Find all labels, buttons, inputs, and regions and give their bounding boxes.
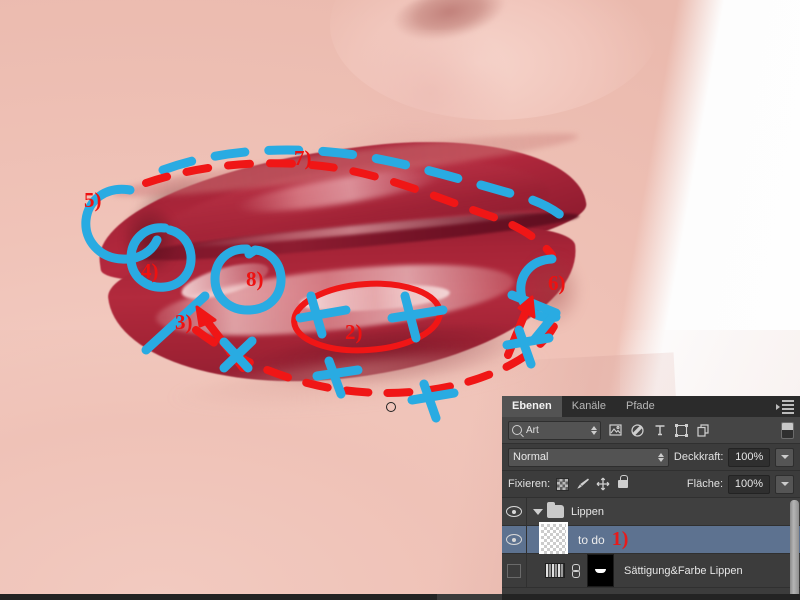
- marker-label-8: 8): [246, 267, 264, 291]
- shape-filter-icon[interactable]: [674, 423, 689, 438]
- paint-lock-icon[interactable]: [575, 477, 590, 492]
- hamburger-icon: [782, 400, 794, 414]
- adjustment-visibility-toggle[interactable]: [502, 554, 527, 587]
- image-filter-icon[interactable]: [608, 423, 623, 438]
- fill-value[interactable]: 100%: [728, 474, 770, 494]
- transparency-lock-icon[interactable]: [555, 477, 570, 492]
- opacity-value[interactable]: 100%: [728, 447, 771, 467]
- layer-visibility-toggle[interactable]: [502, 526, 527, 553]
- marker-label-2: 2): [345, 320, 363, 344]
- marker-label-5: 5): [84, 188, 102, 212]
- marker-label-1: 1): [611, 528, 629, 550]
- type-filter-icon[interactable]: [652, 423, 667, 438]
- filter-enable-toggle[interactable]: [781, 421, 794, 439]
- bottom-bar-segment: [437, 594, 502, 600]
- blend-mode-row: Normal Deckkraft: 100%: [502, 444, 800, 471]
- filter-kind-select[interactable]: Art: [508, 420, 601, 440]
- fill-label: Fläche:: [686, 478, 723, 490]
- layer-mask-thumbnail[interactable]: [587, 554, 614, 587]
- filter-kind-value: Art: [526, 424, 539, 436]
- panel-menu-icon[interactable]: [776, 400, 794, 414]
- hue-saturation-icon[interactable]: [545, 563, 565, 578]
- brush-cursor: [386, 402, 396, 412]
- eye-icon: [506, 506, 522, 517]
- red-dashed-upper-lip-line: [142, 159, 556, 259]
- folder-icon: [547, 502, 564, 518]
- layer-list: Lippen to do 1) Sättigung&Farbe Lippen: [502, 498, 800, 600]
- layer-thumbnail[interactable]: [539, 522, 568, 557]
- eye-icon: [506, 534, 522, 545]
- chevron-down-icon[interactable]: [533, 508, 543, 515]
- link-icon[interactable]: [571, 563, 580, 578]
- blue-cross-marks: [219, 291, 554, 423]
- layer-row-saettigung-farbe-lippen[interactable]: Sättigung&Farbe Lippen: [502, 554, 800, 588]
- adjustment-filter-icon[interactable]: [630, 423, 645, 438]
- eye-off-icon: [507, 563, 521, 578]
- tab-kanaele[interactable]: Kanäle: [562, 396, 616, 417]
- group-visibility-toggle[interactable]: [502, 498, 527, 525]
- smartobject-filter-icon[interactable]: [696, 423, 711, 438]
- tab-pfade[interactable]: Pfade: [616, 396, 665, 417]
- marker-label-7: 7): [294, 146, 312, 170]
- all-lock-icon[interactable]: [615, 475, 630, 492]
- marker-label-4: 4): [141, 259, 159, 283]
- opacity-dropdown-button[interactable]: [775, 447, 794, 467]
- chevron-down-icon: [776, 404, 780, 410]
- scrollbar-thumb[interactable]: [790, 500, 799, 600]
- layer-list-scrollbar[interactable]: [790, 498, 799, 600]
- fill-dropdown-button[interactable]: [775, 474, 794, 494]
- opacity-label: Deckkraft:: [673, 451, 724, 463]
- panel-tab-bar: Ebenen Kanäle Pfade: [502, 396, 800, 417]
- lock-label: Fixieren:: [508, 478, 551, 490]
- screenshot-canvas: 5) 4) 3) 8) 7) 2) 6) Ebenen Kanäle Pfade…: [0, 0, 800, 600]
- layer-name-saettigung: Sättigung&Farbe Lippen: [624, 564, 743, 577]
- layer-name-lippen: Lippen: [571, 505, 605, 518]
- layer-filter-row: Art: [502, 417, 800, 444]
- chevron-updown-icon: [591, 425, 597, 435]
- lock-row: Fixieren: Fläche: 100%: [502, 471, 800, 498]
- marker-label-3: 3): [175, 310, 193, 334]
- layer-row-to-do[interactable]: to do 1): [502, 522, 800, 557]
- chevron-updown-icon: [657, 452, 664, 462]
- move-lock-icon[interactable]: [595, 477, 610, 492]
- marker-label-6: 6): [548, 271, 566, 295]
- red-dashed-lower-lip-line: [192, 318, 560, 397]
- layer-name-to-do: to do: [578, 532, 605, 547]
- tab-ebenen[interactable]: Ebenen: [502, 396, 562, 417]
- bottom-bar: [0, 594, 800, 600]
- blend-mode-value: Normal: [513, 451, 549, 463]
- layers-panel[interactable]: Ebenen Kanäle Pfade Art Normal Deckkraft…: [502, 396, 800, 600]
- blend-mode-select[interactable]: Normal: [508, 447, 669, 467]
- blue-dashed-upper-contour: [158, 145, 577, 231]
- search-icon: [512, 425, 522, 435]
